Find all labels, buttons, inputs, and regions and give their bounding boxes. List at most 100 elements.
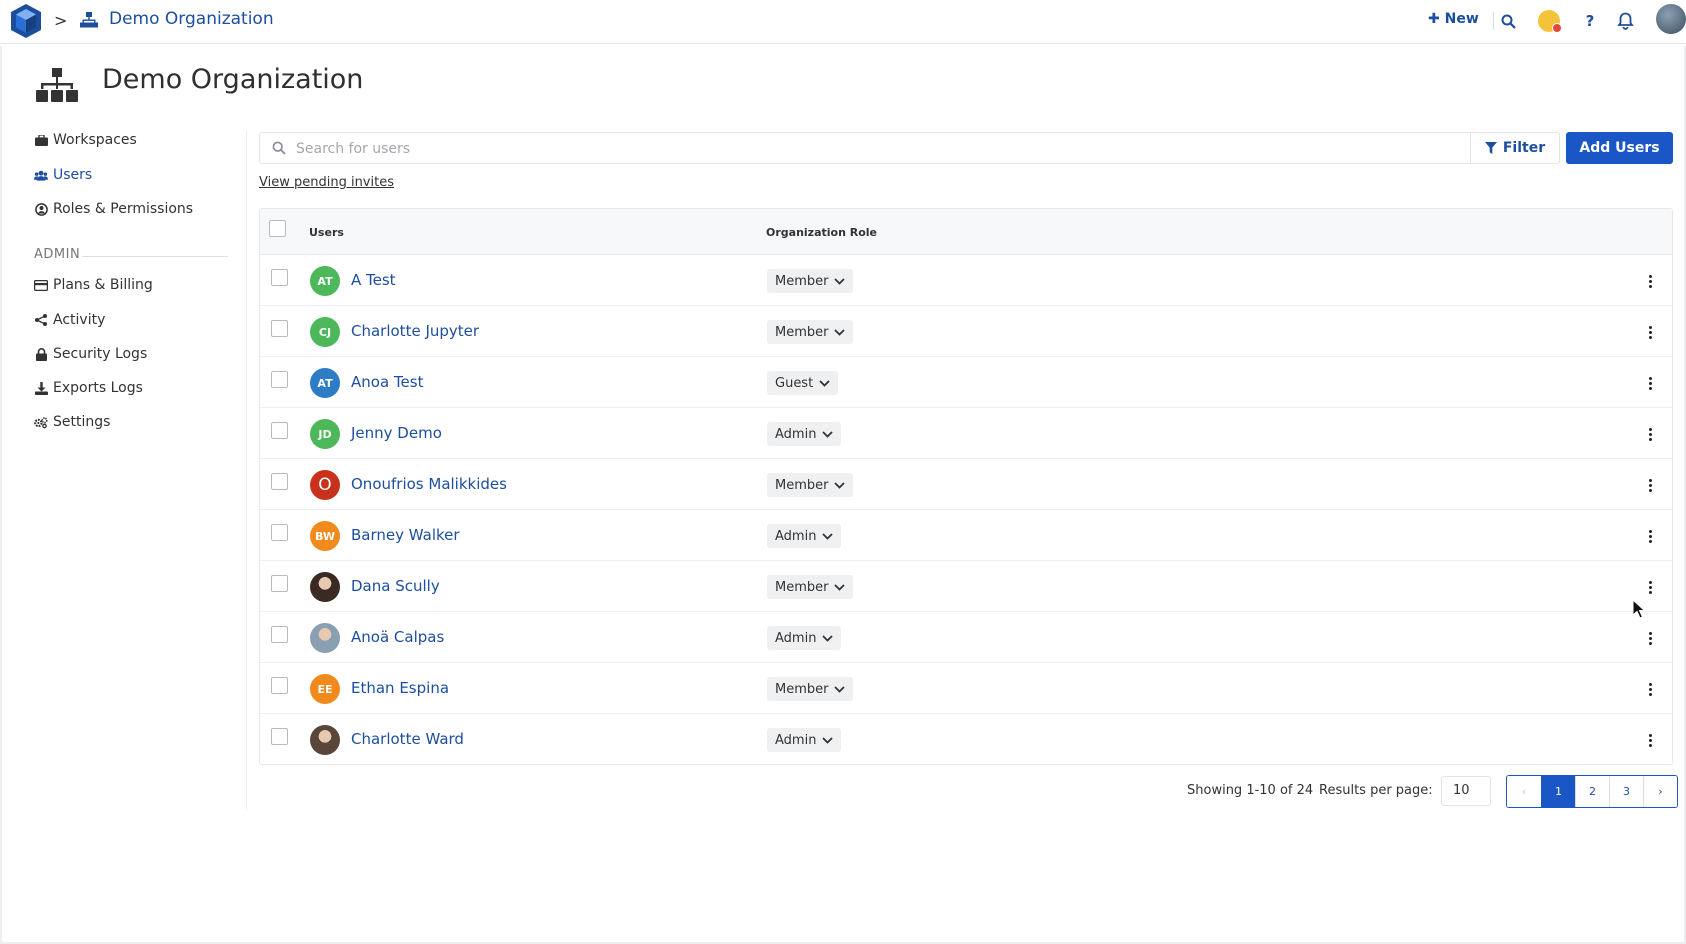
sidebar-item-exports-logs[interactable]: Exports Logs — [34, 380, 143, 396]
sidebar-item-workspaces[interactable]: Workspaces — [34, 132, 137, 148]
sidebar-item-plans-billing[interactable]: Plans & Billing — [34, 277, 153, 293]
user-name-link[interactable]: Charlotte Jupyter — [351, 322, 479, 340]
user-name-link[interactable]: A Test — [351, 271, 396, 289]
user-name-link[interactable]: Anoa Test — [351, 373, 423, 391]
add-users-button[interactable]: Add Users — [1566, 132, 1673, 164]
select-all-checkbox[interactable] — [269, 220, 286, 237]
role-dropdown-label: Admin — [775, 426, 817, 442]
status-check-icon[interactable] — [1538, 10, 1562, 33]
row-checkbox[interactable] — [271, 626, 288, 643]
role-dropdown[interactable]: Admin — [767, 422, 842, 446]
help-icon[interactable]: ? — [1579, 10, 1601, 32]
row-actions-kebab-icon[interactable] — [1643, 526, 1657, 546]
chevron-down-icon — [822, 634, 834, 642]
row-checkbox[interactable] — [271, 320, 288, 337]
role-dropdown[interactable]: Member — [767, 575, 854, 599]
admin-divider — [82, 256, 228, 257]
avatar: AT — [310, 368, 340, 398]
role-dropdown[interactable]: Member — [767, 473, 854, 497]
org-chart-icon — [80, 12, 98, 28]
download-icon — [34, 381, 48, 395]
users-icon — [34, 168, 48, 182]
row-actions-kebab-icon[interactable] — [1643, 730, 1657, 750]
profile-avatar[interactable] — [1656, 4, 1686, 34]
table-row: O Onoufrios Malikkides Member — [260, 459, 1672, 510]
role-dropdown-label: Member — [775, 477, 829, 493]
role-dropdown[interactable]: Admin — [767, 626, 842, 650]
plus-icon: ✚ — [1428, 11, 1445, 27]
avatar: JD — [310, 419, 340, 449]
page-1-button[interactable]: 1 — [1541, 776, 1575, 807]
user-name-link[interactable]: Barney Walker — [351, 526, 460, 544]
results-summary: Showing 1-10 of 24 — [1187, 783, 1314, 798]
toolbar-divider — [1493, 12, 1494, 30]
user-name-link[interactable]: Dana Scully — [351, 577, 440, 595]
org-chart-icon — [36, 68, 78, 102]
sidebar-item-activity[interactable]: Activity — [34, 312, 105, 328]
role-dropdown[interactable]: Guest — [767, 371, 839, 395]
search-icon[interactable] — [1497, 10, 1519, 32]
row-checkbox[interactable] — [271, 269, 288, 286]
breadcrumb-org-link[interactable]: Demo Organization — [109, 9, 274, 29]
sidebar-item-security-logs[interactable]: Security Logs — [34, 346, 147, 362]
chevron-down-icon — [819, 379, 830, 387]
role-dropdown-label: Member — [775, 324, 829, 340]
sidebar-item-label: Plans & Billing — [53, 277, 153, 293]
avatar: AT — [310, 266, 340, 296]
role-dropdown[interactable]: Member — [767, 677, 854, 701]
row-checkbox[interactable] — [271, 677, 288, 694]
sidebar-item-users[interactable]: Users — [34, 167, 92, 183]
user-name-link[interactable]: Jenny Demo — [351, 424, 442, 442]
avatar: O — [310, 470, 340, 500]
table-row: CJ Charlotte Jupyter Member — [260, 306, 1672, 357]
row-actions-kebab-icon[interactable] — [1643, 679, 1657, 699]
user-name-link[interactable]: Ethan Espina — [351, 679, 449, 697]
next-page-button[interactable]: › — [1643, 776, 1677, 807]
table-row: JD Jenny Demo Admin — [260, 408, 1672, 459]
row-actions-kebab-icon[interactable] — [1643, 322, 1657, 342]
role-dropdown[interactable]: Member — [767, 320, 854, 344]
app-logo-icon[interactable] — [9, 3, 43, 39]
row-actions-kebab-icon[interactable] — [1643, 475, 1657, 495]
role-dropdown[interactable]: Admin — [767, 728, 842, 752]
view-pending-invites-link[interactable]: View pending invites — [259, 175, 394, 190]
prev-page-button[interactable]: ‹ — [1507, 776, 1541, 807]
sidebar-item-settings[interactable]: Settings — [34, 414, 110, 430]
avatar: EE — [310, 674, 340, 704]
row-actions-kebab-icon[interactable] — [1643, 271, 1657, 291]
row-checkbox[interactable] — [271, 371, 288, 388]
user-name-link[interactable]: Onoufrios Malikkides — [351, 475, 507, 493]
page-3-button[interactable]: 3 — [1609, 776, 1643, 807]
role-dropdown[interactable]: Member — [767, 269, 854, 293]
search-input[interactable] — [296, 137, 1446, 161]
filter-button[interactable]: Filter — [1470, 132, 1560, 164]
chevron-down-icon — [822, 430, 834, 438]
row-checkbox[interactable] — [271, 728, 288, 745]
row-checkbox[interactable] — [271, 524, 288, 541]
table-row: AT Anoa Test Guest — [260, 357, 1672, 408]
row-checkbox[interactable] — [271, 422, 288, 439]
row-checkbox[interactable] — [271, 473, 288, 490]
user-name-link[interactable]: Anoä Calpas — [351, 628, 444, 646]
avatar: BW — [310, 521, 340, 551]
mouse-cursor-icon — [1632, 599, 1646, 619]
page-2-button[interactable]: 2 — [1575, 776, 1609, 807]
new-button[interactable]: ✚ New — [1428, 11, 1479, 27]
pagination: ‹ 1 2 3 › — [1506, 775, 1678, 808]
page-title: Demo Organization — [102, 64, 364, 95]
results-per-page-select[interactable]: 10 — [1441, 776, 1491, 806]
row-actions-kebab-icon[interactable] — [1643, 628, 1657, 648]
row-actions-kebab-icon[interactable] — [1643, 577, 1657, 597]
row-actions-kebab-icon[interactable] — [1643, 424, 1657, 444]
user-name-link[interactable]: Charlotte Ward — [351, 730, 464, 748]
bell-icon[interactable] — [1614, 10, 1636, 32]
table-row: AT A Test Member — [260, 255, 1672, 306]
row-actions-kebab-icon[interactable] — [1643, 373, 1657, 393]
row-checkbox[interactable] — [271, 575, 288, 592]
sidebar-item-roles-permissions[interactable]: Roles & Permissions — [34, 201, 193, 217]
sidebar-item-label: Settings — [53, 414, 111, 430]
role-dropdown[interactable]: Admin — [767, 524, 842, 548]
sidebar-divider — [246, 130, 247, 810]
results-per-page-label: Results per page: — [1319, 783, 1433, 798]
gears-icon — [34, 415, 48, 429]
